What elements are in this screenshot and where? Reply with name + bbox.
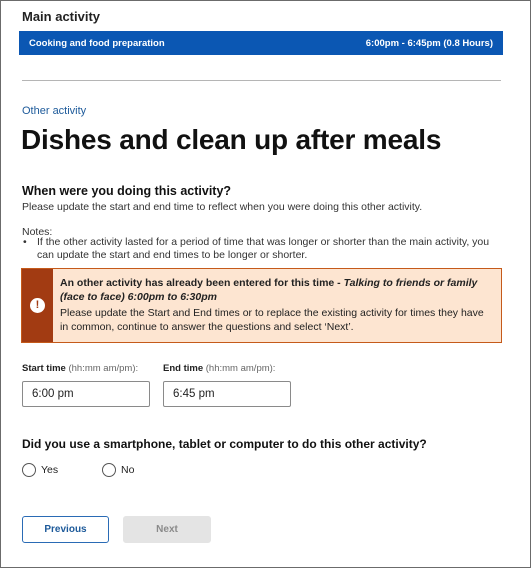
section-divider xyxy=(22,80,501,81)
end-time-input[interactable]: 6:45 pm xyxy=(163,381,291,407)
previous-button[interactable]: Previous xyxy=(22,516,109,543)
when-question-hint: Please update the start and end time to … xyxy=(22,201,423,213)
warning-body: An other activity has already been enter… xyxy=(60,277,491,334)
main-activity-time: 6:00pm - 6:45pm (0.8 Hours) xyxy=(365,37,493,49)
start-time-label: Start time (hh:mm am/pm): xyxy=(22,363,138,374)
radio-yes-circle[interactable] xyxy=(22,463,36,477)
next-button[interactable]: Next xyxy=(123,516,211,543)
other-activity-kicker: Other activity xyxy=(22,105,87,117)
warning-sidebar: ! xyxy=(22,269,53,342)
radio-no-label[interactable]: No xyxy=(121,464,134,476)
warning-heading-prefix: An other activity has already been enter… xyxy=(60,277,344,289)
page-title: Dishes and clean up after meals xyxy=(21,124,442,155)
overlap-warning: ! An other activity has already been ent… xyxy=(21,268,502,343)
start-time-input[interactable]: 6:00 pm xyxy=(22,381,150,407)
when-question-label: When were you doing this activity? xyxy=(22,184,232,198)
end-time-format: (hh:mm am/pm): xyxy=(205,363,276,374)
exclamation-icon: ! xyxy=(30,298,45,313)
radio-yes[interactable]: Yes xyxy=(22,463,58,477)
note-item: If the other activity lasted for a perio… xyxy=(37,236,490,261)
bullet-icon: • xyxy=(23,236,27,248)
radio-yes-label[interactable]: Yes xyxy=(41,464,58,476)
main-activity-name: Cooking and food preparation xyxy=(29,37,165,49)
radio-no[interactable]: No xyxy=(102,463,134,477)
start-time-format: (hh:mm am/pm): xyxy=(68,363,139,374)
end-time-label-text: End time xyxy=(163,363,204,374)
notes-list: • If the other activity lasted for a per… xyxy=(22,236,504,261)
end-time-label: End time (hh:mm am/pm): xyxy=(163,363,275,374)
warning-text: Please update the Start and End times or… xyxy=(60,307,484,333)
main-activity-bar: Cooking and food preparation 6:00pm - 6:… xyxy=(19,31,503,55)
start-time-label-text: Start time xyxy=(22,363,66,374)
warning-heading: An other activity has already been enter… xyxy=(60,277,491,304)
device-question-label: Did you use a smartphone, tablet or comp… xyxy=(22,437,427,451)
radio-no-circle[interactable] xyxy=(102,463,116,477)
page-frame: Main activity Cooking and food preparati… xyxy=(0,0,531,568)
main-activity-label: Main activity xyxy=(22,9,101,24)
